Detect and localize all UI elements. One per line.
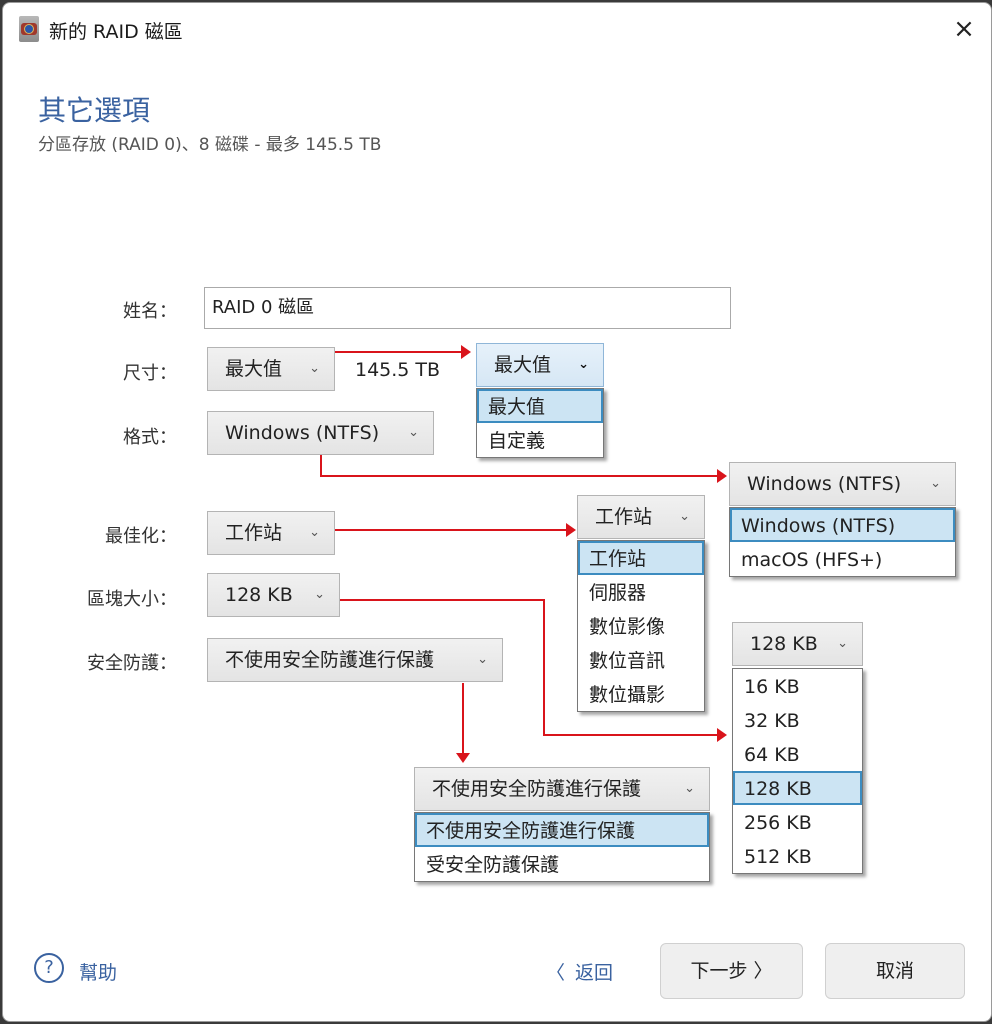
security-dropdown-header[interactable]: 不使用安全防護進行保護 ⌄ (414, 767, 710, 811)
block-size-option[interactable]: 16 KB (733, 669, 862, 703)
chevron-down-icon: ⌄ (578, 357, 589, 372)
page-title: 其它選項 (38, 94, 151, 127)
cancel-button[interactable]: 取消 (825, 943, 965, 999)
chevron-down-icon: ⌄ (679, 509, 690, 524)
close-button[interactable]: × (949, 15, 979, 45)
optimize-option[interactable]: 數位音訊 (578, 643, 704, 677)
next-button[interactable]: 下一步 〉 (660, 943, 803, 999)
security-dropdown-value: 不使用安全防護進行保護 (432, 778, 642, 800)
dialog-window: 新的 RAID 磁區 × 其它選項 分區存放 (RAID 0)、8 磁碟 - 最… (2, 2, 992, 1022)
size-option[interactable]: 最大值 (477, 389, 603, 423)
arrowhead-icon (461, 345, 471, 359)
optimize-select-value: 工作站 (225, 522, 283, 544)
block-size-option[interactable]: 256 KB (733, 805, 862, 839)
arrowhead-icon (717, 728, 727, 742)
annotation-arrow-block-h (543, 734, 719, 736)
chevron-down-icon: ⌄ (684, 781, 695, 796)
chevron-down-icon: ⌄ (477, 652, 488, 667)
block-size-select[interactable]: 128 KB ⌄ (207, 573, 340, 617)
security-select[interactable]: 不使用安全防護進行保護 ⌄ (207, 638, 503, 682)
annotation-arrow-size (335, 351, 463, 353)
size-dropdown-value: 最大值 (494, 354, 552, 376)
page-subtitle: 分區存放 (RAID 0)、8 磁碟 - 最多 145.5 TB (38, 135, 382, 155)
format-option[interactable]: Windows (NTFS) (730, 508, 955, 542)
size-select[interactable]: 最大值 ⌄ (207, 347, 335, 391)
size-label: 尺寸： (123, 363, 177, 384)
optimize-option[interactable]: 伺服器 (578, 575, 704, 609)
format-select-value: Windows (NTFS) (225, 422, 380, 444)
block-size-option[interactable]: 512 KB (733, 839, 862, 873)
help-icon[interactable]: ? (34, 953, 64, 983)
format-label: 格式： (123, 427, 177, 448)
optimize-select[interactable]: 工作站 ⌄ (207, 511, 335, 555)
name-input[interactable]: RAID 0 磁區 (204, 287, 731, 329)
security-label: 安全防護： (87, 653, 177, 674)
optimize-dropdown-list: 工作站 伺服器 數位影像 數位音訊 數位攝影 (577, 540, 705, 712)
format-dropdown-value: Windows (NTFS) (747, 473, 902, 495)
format-option[interactable]: macOS (HFS+) (730, 542, 955, 576)
security-dropdown-list: 不使用安全防護進行保護 受安全防護保護 (414, 812, 710, 882)
block-size-option[interactable]: 32 KB (733, 703, 862, 737)
format-dropdown-list: Windows (NTFS) macOS (HFS+) (729, 507, 956, 577)
block-size-dropdown-list: 16 KB 32 KB 64 KB 128 KB 256 KB 512 KB (732, 668, 863, 874)
arrowhead-icon (456, 753, 470, 763)
size-dropdown-header[interactable]: 最大值 ⌄ (476, 343, 604, 387)
capacity-value: 145.5 TB (355, 359, 441, 381)
format-select[interactable]: Windows (NTFS) ⌄ (207, 411, 434, 455)
back-label: 返回 (575, 962, 614, 984)
help-link[interactable]: 幫助 (79, 958, 117, 985)
block-size-select-value: 128 KB (225, 584, 293, 606)
annotation-arrow-format (320, 455, 322, 476)
optimize-option[interactable]: 數位攝影 (578, 677, 704, 711)
arrowhead-icon (566, 523, 576, 537)
security-option[interactable]: 不使用安全防護進行保護 (415, 813, 709, 847)
size-select-value: 最大值 (225, 358, 283, 380)
app-icon (19, 16, 39, 42)
format-dropdown-header[interactable]: Windows (NTFS) ⌄ (729, 462, 956, 506)
chevron-down-icon: ⌄ (309, 361, 320, 376)
security-select-value: 不使用安全防護進行保護 (225, 649, 435, 671)
annotation-arrow-block-v (543, 599, 545, 735)
chevron-down-icon: ⌄ (309, 525, 320, 540)
chevron-down-icon: ⌄ (930, 476, 941, 491)
block-size-option[interactable]: 64 KB (733, 737, 862, 771)
name-label: 姓名： (123, 301, 177, 322)
annotation-arrow-block (340, 599, 544, 601)
annotation-arrow-format-h (320, 475, 719, 477)
title-bar: 新的 RAID 磁區 × (3, 3, 991, 55)
optimize-dropdown-value: 工作站 (595, 506, 653, 528)
chevron-left-icon: 〈 (546, 962, 566, 984)
size-dropdown-list: 最大值 自定義 (476, 388, 604, 458)
block-size-label: 區塊大小： (87, 589, 177, 610)
block-size-dropdown-value: 128 KB (750, 633, 818, 655)
back-button[interactable]: 〈返回 (546, 958, 613, 985)
chevron-down-icon: ⌄ (837, 636, 848, 651)
annotation-arrow-optimize (335, 529, 568, 531)
optimize-label: 最佳化： (105, 526, 177, 547)
security-option[interactable]: 受安全防護保護 (415, 847, 709, 881)
chevron-down-icon: ⌄ (314, 587, 325, 602)
optimize-option[interactable]: 工作站 (578, 541, 704, 575)
window-title: 新的 RAID 磁區 (49, 21, 183, 43)
optimize-option[interactable]: 數位影像 (578, 609, 704, 643)
block-size-option[interactable]: 128 KB (733, 771, 862, 805)
optimize-dropdown-header[interactable]: 工作站 ⌄ (577, 495, 705, 539)
arrowhead-icon (717, 469, 727, 483)
chevron-down-icon: ⌄ (408, 425, 419, 440)
block-size-dropdown-header[interactable]: 128 KB ⌄ (732, 622, 863, 666)
size-option[interactable]: 自定義 (477, 423, 603, 457)
annotation-arrow-security (462, 683, 464, 755)
